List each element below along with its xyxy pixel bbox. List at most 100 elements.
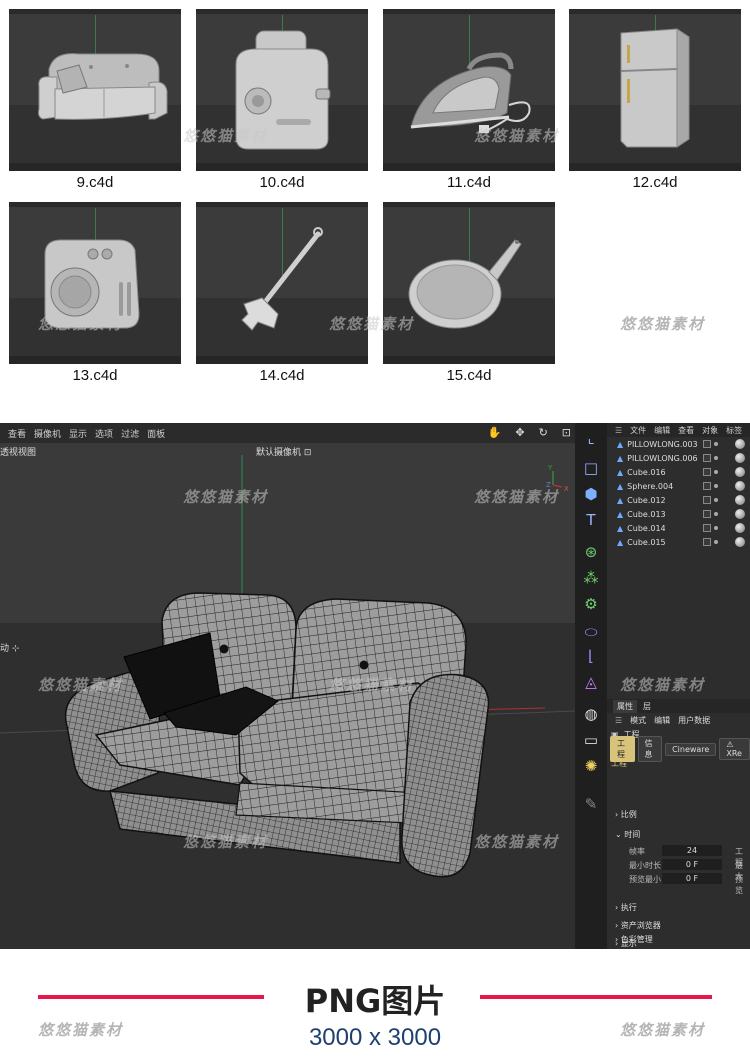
thumbnail-15[interactable] (383, 202, 555, 364)
mop-model-icon (241, 227, 323, 331)
watermark: 悠悠猫素材 (329, 676, 415, 694)
mode-menu[interactable]: 模式 (630, 715, 646, 726)
field-label: 最小时长 (629, 861, 661, 870)
deformer-icon[interactable]: ⬭ (579, 621, 603, 643)
object-row[interactable]: ▲ PILLOWLONG.003 (607, 437, 750, 451)
format-title: PNG图片 (304, 982, 446, 1020)
min-time-input[interactable]: 0 F (662, 859, 722, 870)
cube-icon[interactable]: ⬢ (579, 483, 603, 505)
effector-gear-icon[interactable]: ⚙ (579, 593, 603, 615)
hamburger-icon[interactable]: ☰ (615, 426, 622, 435)
object-row[interactable]: ▲ Cube.016 (607, 465, 750, 479)
generator-icon[interactable]: ⊛ (579, 541, 603, 563)
thumbnail-caption: 9.c4d (76, 174, 114, 191)
camera-object-icon[interactable]: ▭ (579, 729, 603, 751)
object-row[interactable]: ▲ PILLOWLONG.006 (607, 451, 750, 465)
material-tag-icon (735, 495, 745, 505)
object-row[interactable]: ▲ Cube.012 (607, 493, 750, 507)
thumbnail-caption: 11.c4d (447, 174, 491, 191)
cube-outline-icon[interactable]: □ (579, 457, 603, 479)
thumbnail-13[interactable] (9, 202, 181, 364)
attribute-mode-bar: ☰ 模式 编辑 用户数据 (607, 713, 750, 727)
xref-button[interactable]: ⚠ XRe (719, 738, 750, 760)
om-menu-tags[interactable]: 标签 (726, 425, 742, 436)
perspective-viewport[interactable]: 透视视图 默认摄像机 ⊡ 动 ⊹ Y Z X (0, 443, 575, 949)
hand-pan-icon[interactable]: ✋ (488, 426, 502, 439)
washing-machine-model-icon (44, 239, 140, 329)
globe-icon[interactable]: ◍ (579, 703, 603, 725)
fridge-model-icon (620, 28, 690, 148)
om-menu-view[interactable]: 查看 (678, 425, 694, 436)
group-execute[interactable]: › 执行 (615, 902, 637, 913)
field-label: 帧率 (629, 847, 645, 856)
attribute-manager: 属性 层 ☰ 模式 编辑 用户数据 ▣ 工程 工程 信息 Cineware ⚠ … (607, 699, 750, 949)
object-row[interactable]: ▲ Sphere.004 (607, 479, 750, 493)
polygon-object-icon: ▲ (617, 453, 624, 463)
om-menu-object[interactable]: 对象 (702, 425, 718, 436)
tool-palette: ⌞ □ ⬢ T ⊛ ⁂ ⚙ ⬭ ⌊ ◬ ◍ ▭ ✺ ✎ (575, 423, 607, 949)
sofa-wireframe-render: Y Z X (0, 455, 575, 878)
polygon-object-icon: ▲ (617, 495, 624, 505)
product-preview-page: 9.c4d 10.c4d 11.c4d 12.c4d 13.c4d 14.c4d… (0, 0, 750, 1059)
tab-attributes[interactable]: 属性 (613, 699, 637, 713)
thumbnail-14[interactable] (196, 202, 368, 364)
om-menu-edit[interactable]: 编辑 (654, 425, 670, 436)
maximize-view-icon[interactable]: ⊡ (562, 426, 571, 439)
edit-icon[interactable]: ✎ (579, 793, 603, 815)
info-button[interactable]: 信息 (637, 736, 663, 762)
rotate-view-icon[interactable]: ↻ (539, 426, 548, 439)
thumbnail-caption: 14.c4d (259, 367, 305, 384)
polygon-object-icon: ▲ (617, 439, 624, 449)
thumbnail-11[interactable] (383, 9, 555, 171)
material-tag-icon (735, 481, 745, 491)
material-tag-icon (735, 467, 745, 477)
cursor-tool-icon[interactable]: ⌞ (579, 427, 603, 449)
attribute-tabs: 属性 层 (607, 699, 750, 713)
menu-panel[interactable]: 面板 (147, 427, 165, 440)
thumbnail-12[interactable] (569, 9, 741, 171)
group-time[interactable]: ⌄ 时间 (615, 829, 640, 840)
toaster-model-icon (235, 30, 331, 150)
field-icon[interactable]: ◬ (579, 671, 603, 693)
light-icon[interactable]: ✺ (579, 755, 603, 777)
sofa-model-icon (38, 53, 168, 120)
menu-display[interactable]: 显示 (69, 427, 87, 440)
menu-filter[interactable]: 过滤 (121, 427, 139, 440)
menu-camera[interactable]: 摄像机 (34, 427, 61, 440)
polygon-object-icon: ▲ (617, 481, 624, 491)
material-tag-icon (735, 453, 745, 463)
watermark: 悠悠猫素材 (620, 1021, 706, 1039)
om-menu-file[interactable]: 文件 (630, 425, 646, 436)
polygon-object-icon: ▲ (617, 509, 624, 519)
user-data-menu[interactable]: 用户数据 (678, 715, 710, 726)
move-view-icon[interactable]: ✥ (515, 426, 524, 439)
tab-layers[interactable]: 层 (643, 701, 651, 712)
field-label: 预览 (735, 875, 743, 895)
object-row[interactable]: ▲ Cube.013 (607, 507, 750, 521)
cloner-icon[interactable]: ⁂ (579, 567, 603, 589)
cineware-button[interactable]: Cineware (665, 742, 717, 756)
frying-pan-model-icon (408, 239, 522, 329)
watermark: 悠悠猫素材 (38, 315, 124, 333)
group-scale[interactable]: › 比例 (615, 809, 637, 820)
hamburger-icon[interactable]: ☰ (615, 716, 622, 725)
thumbnail-10[interactable] (196, 9, 368, 171)
polygon-object-icon: ▲ (617, 467, 624, 477)
group-color-management[interactable]: › 色彩管理 (615, 934, 653, 945)
menu-options[interactable]: 选项 (95, 427, 113, 440)
bend-deformer-icon[interactable]: ⌊ (579, 645, 603, 667)
edit-menu[interactable]: 编辑 (654, 715, 670, 726)
object-row[interactable]: ▲ Cube.015 (607, 535, 750, 549)
material-tag-icon (735, 439, 745, 449)
material-tag-icon (735, 537, 745, 547)
thumbnail-9[interactable] (9, 9, 181, 171)
group-asset-browser[interactable]: › 资产浏览器 (615, 920, 661, 931)
menu-view[interactable]: 查看 (8, 427, 26, 440)
text-tool-icon[interactable]: T (579, 509, 603, 531)
watermark: 悠悠猫素材 (474, 127, 560, 145)
object-row[interactable]: ▲ Cube.014 (607, 521, 750, 535)
material-tag-icon (735, 523, 745, 533)
frame-rate-input[interactable]: 24 (662, 845, 722, 856)
preview-min-input[interactable]: 0 F (662, 873, 722, 884)
object-manager-menu: ☰ 文件 编辑 查看 对象 标签 (607, 423, 750, 437)
